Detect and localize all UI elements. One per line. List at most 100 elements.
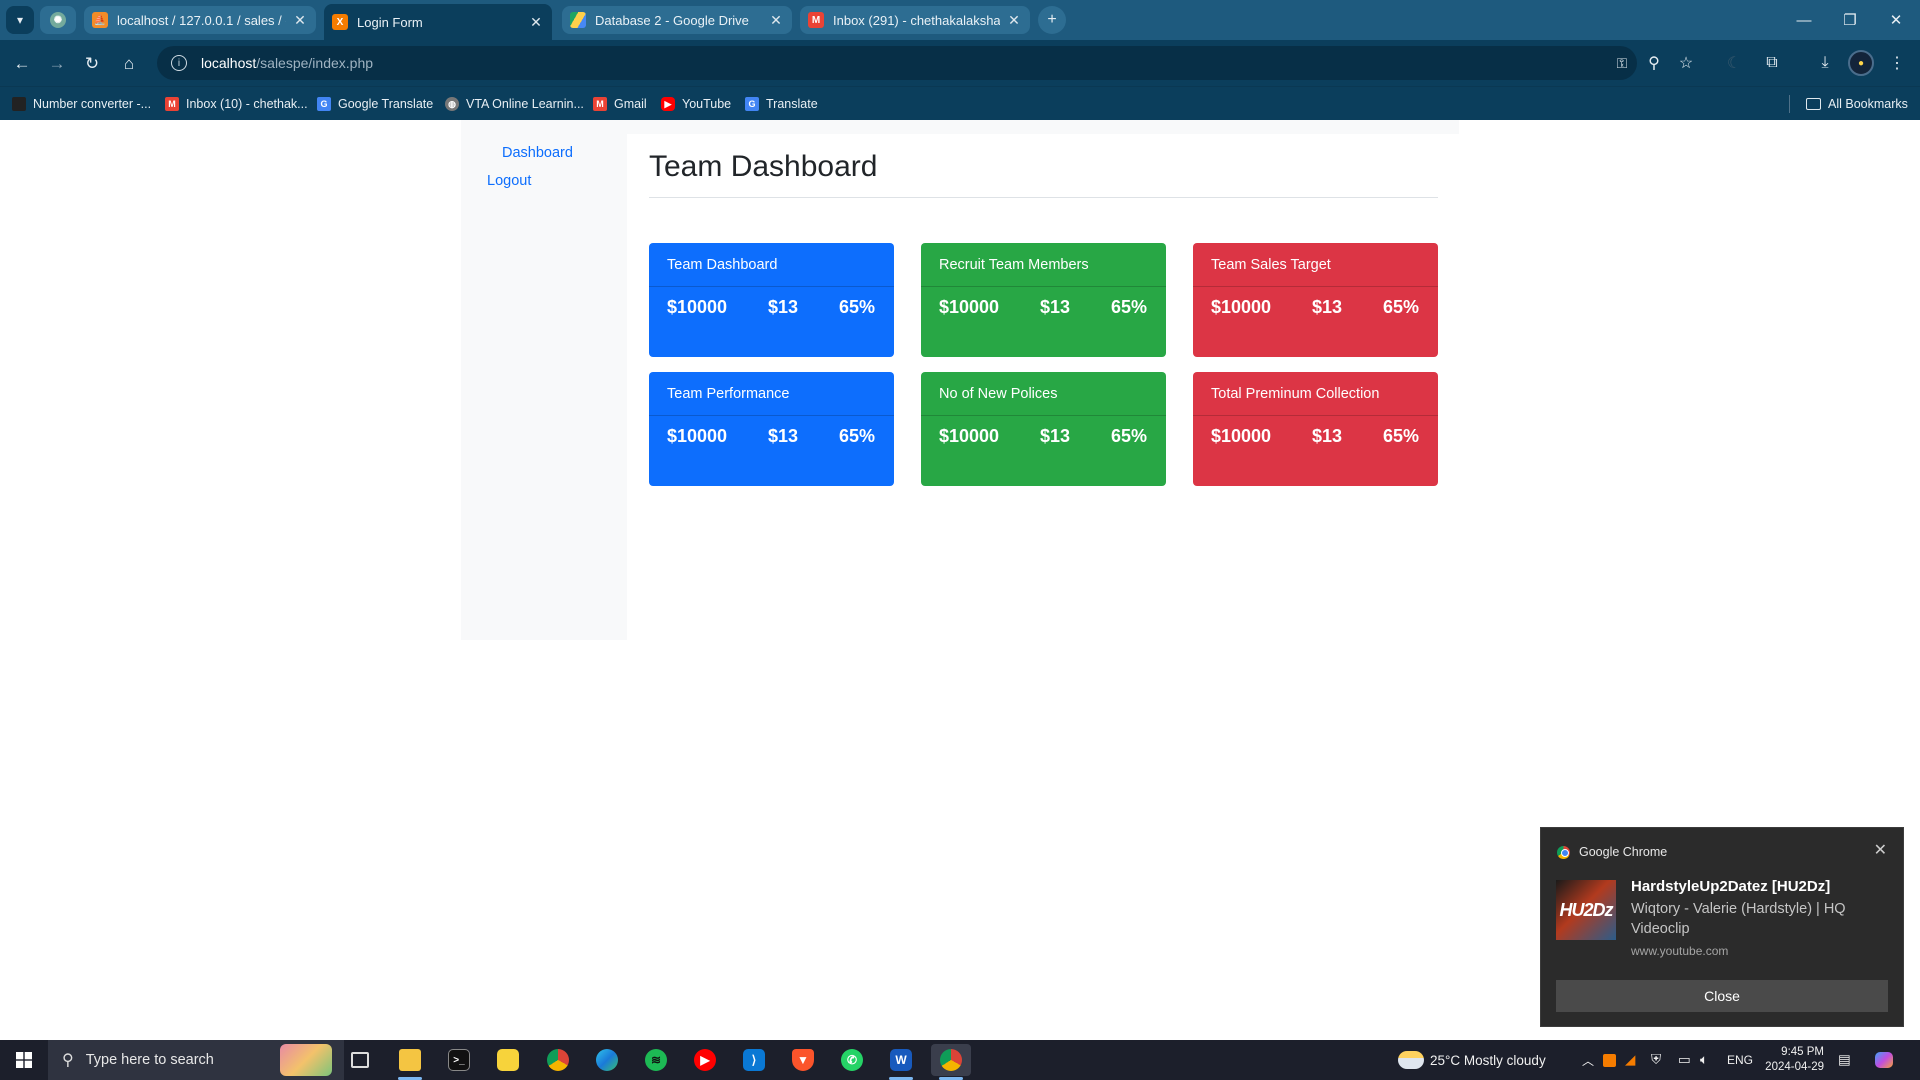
close-tab-icon[interactable]: ✕ (1006, 12, 1022, 29)
menu-kebab-icon[interactable]: ⋮ (1884, 50, 1910, 76)
google-translate-icon: G (745, 97, 759, 111)
chrome-notification[interactable]: Google Chrome ✕ HU2Dz HardstyleUp2Datez … (1540, 827, 1904, 1027)
address-bar[interactable]: i localhost/salespe/index.php (157, 46, 1637, 80)
notification-close-button[interactable]: Close (1556, 980, 1888, 1012)
card-new-polices: No of New Polices $10000 $13 65% (921, 372, 1166, 486)
bookmark-translate[interactable]: G Translate (745, 94, 818, 114)
taskbar-search[interactable]: ⚲ Type here to search (48, 1040, 344, 1080)
volume-icon[interactable]: 🔈︎ (1700, 1040, 1708, 1080)
profile-avatar-icon[interactable]: ● (1848, 50, 1874, 76)
bookmark-inbox[interactable]: M Inbox (10) - chethak... (165, 94, 308, 114)
tray-security-icon[interactable]: ⛨ (1651, 1040, 1661, 1080)
tab-phpmyadmin[interactable]: ⛵ localhost / 127.0.0.1 / sales / en ✕ (84, 6, 316, 34)
bookmark-vta[interactable]: ◍ VTA Online Learnin... (445, 94, 584, 114)
terminal-icon[interactable]: >_ (439, 1044, 479, 1076)
network-icon[interactable]: ▭ (1678, 1040, 1691, 1080)
restore-icon[interactable]: ❐ (1827, 0, 1873, 40)
bookmark-label: Gmail (614, 97, 647, 111)
notification-title: HardstyleUp2Datez [HU2Dz] (1631, 878, 1831, 895)
vscode-icon[interactable]: ⟩ (734, 1044, 774, 1076)
whatsapp-icon[interactable]: ✆ (832, 1044, 872, 1076)
card-title: Team Sales Target (1193, 243, 1438, 287)
notifications-icon[interactable]: ▤ (1838, 1040, 1851, 1080)
all-bookmarks[interactable]: All Bookmarks (1806, 94, 1908, 114)
search-placeholder: Type here to search (85, 1052, 214, 1068)
card-team-sales-target: Team Sales Target $10000 $13 65% (1193, 243, 1438, 357)
tray-chevron-icon[interactable]: ︿ (1582, 1040, 1594, 1080)
tab-search-icon[interactable]: ▾ (6, 6, 34, 34)
minimize-icon[interactable]: — (1781, 0, 1827, 40)
card-amount: $10000 (1211, 426, 1272, 446)
forward-icon[interactable]: → (43, 50, 71, 78)
bookmark-star-icon[interactable]: ☆ (1673, 50, 1699, 76)
sidebar-link-dashboard[interactable]: Dashboard (502, 145, 573, 161)
bookmarks-bar: Number converter -... M Inbox (10) - chet… (0, 86, 1920, 120)
close-notification-icon[interactable]: ✕ (1874, 840, 1887, 860)
download-icon[interactable]: ⤓ (1812, 50, 1838, 76)
bookmark-label: All Bookmarks (1828, 97, 1908, 111)
close-window-icon[interactable]: ✕ (1873, 0, 1919, 40)
notification-app: Google Chrome (1557, 845, 1667, 859)
tab-chatgpt[interactable]: ✺ (40, 6, 76, 34)
start-button[interactable] (0, 1040, 48, 1080)
reload-icon[interactable]: ↻ (78, 50, 106, 78)
card-title: Recruit Team Members (921, 243, 1166, 287)
tray-xampp-icon[interactable] (1603, 1040, 1616, 1080)
copilot-icon[interactable] (1875, 1040, 1893, 1080)
tab-google-drive[interactable]: Database 2 - Google Drive ✕ (562, 6, 792, 34)
close-tab-icon[interactable]: ✕ (768, 12, 784, 29)
card-title: Team Performance (649, 372, 894, 416)
extensions-icon[interactable]: ⧉ (1759, 50, 1785, 76)
tray-vlc-icon[interactable]: ◢ (1625, 1040, 1635, 1080)
sticky-notes-icon[interactable] (488, 1044, 528, 1076)
card-percent: 65% (838, 297, 875, 317)
new-tab-icon[interactable]: + (1038, 6, 1066, 34)
card-value: $13 (1312, 426, 1343, 446)
brave-icon[interactable]: ▼ (783, 1044, 823, 1076)
bookmark-label: VTA Online Learnin... (466, 97, 584, 111)
zoom-icon[interactable]: ⚲ (1641, 50, 1667, 76)
search-highlight-icon (280, 1044, 332, 1076)
card-total-preminum-collection: Total Preminum Collection $10000 $13 65% (1193, 372, 1438, 486)
chrome-icon[interactable] (538, 1044, 578, 1076)
tab-gmail[interactable]: M Inbox (291) - chethakalakshan5 ✕ (800, 6, 1030, 34)
spotify-icon[interactable]: ≋ (636, 1044, 676, 1076)
bookmark-gmail[interactable]: M Gmail (593, 94, 647, 114)
notification-body: Wiqtory - Valerie (Hardstyle) | HQ Video… (1631, 901, 1846, 937)
chrome-icon (1557, 845, 1570, 859)
tab-login-form[interactable]: X Login Form ✕ (324, 4, 552, 40)
edge-icon[interactable] (587, 1044, 627, 1076)
weather-widget[interactable]: 25°C Mostly cloudy (1398, 1040, 1546, 1080)
card-percent: 65% (1110, 297, 1147, 317)
search-icon: ⚲ (62, 1052, 74, 1069)
chrome-active-icon[interactable] (931, 1044, 971, 1080)
tab-label: Inbox (291) - chethakalakshan5 (833, 12, 1000, 28)
dark-mode-icon[interactable]: ☾ (1721, 50, 1747, 76)
language-indicator[interactable]: ENG (1727, 1040, 1753, 1080)
card-percent: 65% (1382, 426, 1419, 446)
bookmark-google-translate[interactable]: G Google Translate (317, 94, 433, 114)
card-title: Team Dashboard (649, 243, 894, 287)
file-explorer-icon[interactable] (390, 1044, 430, 1080)
bookmarks-divider (1789, 95, 1790, 113)
bookmark-youtube[interactable]: ▶ YouTube (661, 94, 731, 114)
close-tab-icon[interactable]: ✕ (292, 12, 308, 29)
card-team-performance: Team Performance $10000 $13 65% (649, 372, 894, 486)
site-info-icon[interactable]: i (171, 55, 187, 71)
tab-label: localhost / 127.0.0.1 / sales / en (117, 12, 286, 28)
phpmyadmin-icon: ⛵ (92, 12, 108, 28)
page-title: Team Dashboard (649, 150, 878, 183)
word-icon[interactable]: W (881, 1044, 921, 1080)
close-tab-icon[interactable]: ✕ (528, 14, 544, 31)
bookmark-label: Google Translate (338, 97, 434, 111)
home-icon[interactable]: ⌂ (115, 50, 143, 78)
task-view-icon[interactable] (340, 1044, 380, 1076)
thumbnail-text: HU2Dz (1559, 899, 1613, 920)
back-icon[interactable]: ← (8, 50, 36, 78)
sidebar-link-logout[interactable]: Logout (487, 173, 531, 189)
bookmark-number-converter[interactable]: Number converter -... (12, 94, 151, 114)
title-divider (649, 197, 1438, 198)
clock[interactable]: 9:45 PM 2024-04-29 (1762, 1040, 1824, 1080)
password-key-icon[interactable]: ⚿ (1609, 50, 1635, 76)
youtube-music-icon[interactable]: ▶ (685, 1044, 725, 1076)
